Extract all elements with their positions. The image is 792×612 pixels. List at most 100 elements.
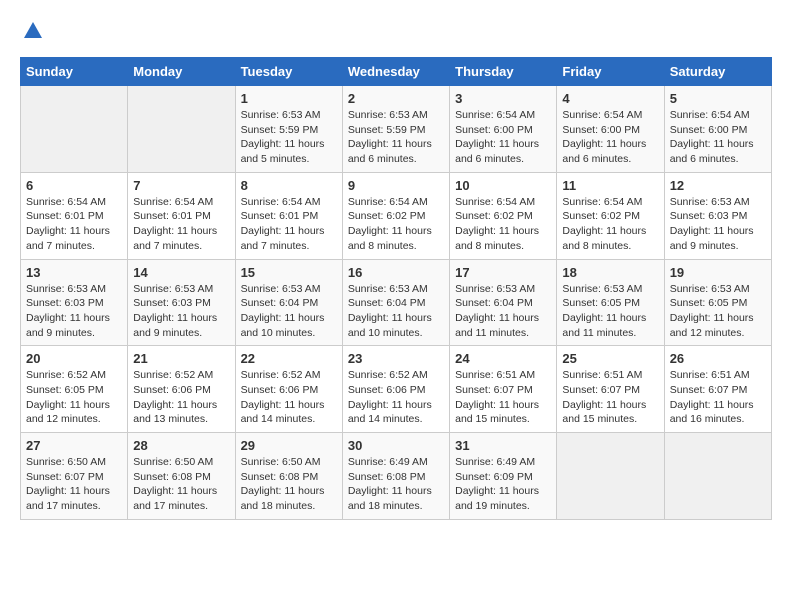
dow-header: Thursday [450, 58, 557, 86]
day-info: Sunrise: 6:54 AM Sunset: 6:01 PM Dayligh… [133, 195, 229, 254]
logo [20, 20, 44, 47]
day-number: 16 [348, 265, 444, 280]
day-number: 14 [133, 265, 229, 280]
calendar-cell: 13Sunrise: 6:53 AM Sunset: 6:03 PM Dayli… [21, 259, 128, 346]
calendar-cell: 8 Sunrise: 6:54 AM Sunset: 6:01 PM Daylig… [235, 172, 342, 259]
day-number: 7 [133, 178, 229, 193]
calendar-cell: 7 Sunrise: 6:54 AM Sunset: 6:01 PM Daylig… [128, 172, 235, 259]
dow-header: Wednesday [342, 58, 449, 86]
day-number: 9 [348, 178, 444, 193]
calendar-cell: 30Sunrise: 6:49 AM Sunset: 6:08 PM Dayli… [342, 433, 449, 520]
calendar-cell: 31 Sunrise: 6:49 AM Sunset: 6:09 PM Dayli… [450, 433, 557, 520]
day-number: 23 [348, 351, 444, 366]
calendar-cell: 22 Sunrise: 6:52 AM Sunset: 6:06 PM Dayli… [235, 346, 342, 433]
day-number: 31 [455, 438, 551, 453]
day-info: Sunrise: 6:53 AM Sunset: 6:04 PM Dayligh… [348, 282, 444, 341]
day-number: 17 [455, 265, 551, 280]
day-info: Sunrise: 6:51 AM Sunset: 6:07 PM Dayligh… [562, 368, 658, 427]
day-info: Sunrise: 6:54 AM Sunset: 6:00 PM Dayligh… [562, 108, 658, 167]
calendar-cell: 4 Sunrise: 6:54 AM Sunset: 6:00 PM Daylig… [557, 86, 664, 173]
day-info: Sunrise: 6:54 AM Sunset: 6:02 PM Dayligh… [562, 195, 658, 254]
day-info: Sunrise: 6:53 AM Sunset: 6:05 PM Dayligh… [670, 282, 766, 341]
day-info: Sunrise: 6:51 AM Sunset: 6:07 PM Dayligh… [455, 368, 551, 427]
day-number: 27 [26, 438, 122, 453]
day-number: 29 [241, 438, 337, 453]
day-info: Sunrise: 6:53 AM Sunset: 6:05 PM Dayligh… [562, 282, 658, 341]
day-number: 24 [455, 351, 551, 366]
calendar-cell: 16 Sunrise: 6:53 AM Sunset: 6:04 PM Dayli… [342, 259, 449, 346]
day-info: Sunrise: 6:53 AM Sunset: 6:03 PM Dayligh… [26, 282, 122, 341]
day-info: Sunrise: 6:54 AM Sunset: 6:02 PM Dayligh… [348, 195, 444, 254]
calendar-cell: 9 Sunrise: 6:54 AM Sunset: 6:02 PM Daylig… [342, 172, 449, 259]
day-number: 8 [241, 178, 337, 193]
calendar-cell: 21 Sunrise: 6:52 AM Sunset: 6:06 PM Dayli… [128, 346, 235, 433]
calendar-cell [21, 86, 128, 173]
day-info: Sunrise: 6:53 AM Sunset: 6:04 PM Dayligh… [241, 282, 337, 341]
day-number: 20 [26, 351, 122, 366]
calendar-cell: 29 Sunrise: 6:50 AM Sunset: 6:08 PM Dayli… [235, 433, 342, 520]
day-number: 15 [241, 265, 337, 280]
day-info: Sunrise: 6:54 AM Sunset: 6:01 PM Dayligh… [241, 195, 337, 254]
calendar-cell: 17 Sunrise: 6:53 AM Sunset: 6:04 PM Dayli… [450, 259, 557, 346]
calendar-cell: 3 Sunrise: 6:54 AM Sunset: 6:00 PM Daylig… [450, 86, 557, 173]
day-number: 11 [562, 178, 658, 193]
day-number: 10 [455, 178, 551, 193]
day-number: 1 [241, 91, 337, 106]
day-info: Sunrise: 6:54 AM Sunset: 6:00 PM Dayligh… [670, 108, 766, 167]
calendar-cell: 1Sunrise: 6:53 AM Sunset: 5:59 PM Daylig… [235, 86, 342, 173]
calendar-cell [128, 86, 235, 173]
day-info: Sunrise: 6:53 AM Sunset: 6:04 PM Dayligh… [455, 282, 551, 341]
calendar-table: SundayMondayTuesdayWednesdayThursdayFrid… [20, 57, 772, 520]
day-info: Sunrise: 6:54 AM Sunset: 6:00 PM Dayligh… [455, 108, 551, 167]
day-info: Sunrise: 6:54 AM Sunset: 6:01 PM Dayligh… [26, 195, 122, 254]
dow-header: Sunday [21, 58, 128, 86]
calendar-cell: 15 Sunrise: 6:53 AM Sunset: 6:04 PM Dayli… [235, 259, 342, 346]
day-number: 30 [348, 438, 444, 453]
day-info: Sunrise: 6:50 AM Sunset: 6:08 PM Dayligh… [133, 455, 229, 514]
day-info: Sunrise: 6:52 AM Sunset: 6:05 PM Dayligh… [26, 368, 122, 427]
calendar-cell: 24 Sunrise: 6:51 AM Sunset: 6:07 PM Dayli… [450, 346, 557, 433]
day-info: Sunrise: 6:50 AM Sunset: 6:07 PM Dayligh… [26, 455, 122, 514]
calendar-cell: 23 Sunrise: 6:52 AM Sunset: 6:06 PM Dayli… [342, 346, 449, 433]
day-number: 5 [670, 91, 766, 106]
calendar-cell: 18 Sunrise: 6:53 AM Sunset: 6:05 PM Dayli… [557, 259, 664, 346]
day-info: Sunrise: 6:49 AM Sunset: 6:09 PM Dayligh… [455, 455, 551, 514]
dow-header: Monday [128, 58, 235, 86]
day-info: Sunrise: 6:53 AM Sunset: 5:59 PM Dayligh… [348, 108, 444, 167]
day-number: 3 [455, 91, 551, 106]
day-number: 4 [562, 91, 658, 106]
day-number: 22 [241, 351, 337, 366]
day-info: Sunrise: 6:50 AM Sunset: 6:08 PM Dayligh… [241, 455, 337, 514]
day-info: Sunrise: 6:52 AM Sunset: 6:06 PM Dayligh… [348, 368, 444, 427]
calendar-cell: 27 Sunrise: 6:50 AM Sunset: 6:07 PM Dayli… [21, 433, 128, 520]
day-number: 28 [133, 438, 229, 453]
day-info: Sunrise: 6:53 AM Sunset: 6:03 PM Dayligh… [133, 282, 229, 341]
day-number: 18 [562, 265, 658, 280]
calendar-cell: 19 Sunrise: 6:53 AM Sunset: 6:05 PM Dayli… [664, 259, 771, 346]
calendar-cell: 20 Sunrise: 6:52 AM Sunset: 6:05 PM Dayli… [21, 346, 128, 433]
day-number: 26 [670, 351, 766, 366]
day-info: Sunrise: 6:54 AM Sunset: 6:02 PM Dayligh… [455, 195, 551, 254]
calendar-cell: 25 Sunrise: 6:51 AM Sunset: 6:07 PM Dayli… [557, 346, 664, 433]
calendar-cell: 14 Sunrise: 6:53 AM Sunset: 6:03 PM Dayli… [128, 259, 235, 346]
day-number: 21 [133, 351, 229, 366]
calendar-cell: 6 Sunrise: 6:54 AM Sunset: 6:01 PM Daylig… [21, 172, 128, 259]
day-number: 25 [562, 351, 658, 366]
calendar-cell: 5 Sunrise: 6:54 AM Sunset: 6:00 PM Daylig… [664, 86, 771, 173]
calendar-cell: 2Sunrise: 6:53 AM Sunset: 5:59 PM Daylig… [342, 86, 449, 173]
calendar-cell: 12 Sunrise: 6:53 AM Sunset: 6:03 PM Dayli… [664, 172, 771, 259]
dow-header: Friday [557, 58, 664, 86]
logo-icon [22, 20, 44, 42]
day-info: Sunrise: 6:53 AM Sunset: 6:03 PM Dayligh… [670, 195, 766, 254]
calendar-cell: 26Sunrise: 6:51 AM Sunset: 6:07 PM Dayli… [664, 346, 771, 433]
calendar-cell [557, 433, 664, 520]
day-number: 19 [670, 265, 766, 280]
day-info: Sunrise: 6:52 AM Sunset: 6:06 PM Dayligh… [133, 368, 229, 427]
day-number: 12 [670, 178, 766, 193]
calendar-cell: 10 Sunrise: 6:54 AM Sunset: 6:02 PM Dayli… [450, 172, 557, 259]
calendar-cell: 11 Sunrise: 6:54 AM Sunset: 6:02 PM Dayli… [557, 172, 664, 259]
calendar-cell: 28 Sunrise: 6:50 AM Sunset: 6:08 PM Dayli… [128, 433, 235, 520]
day-number: 6 [26, 178, 122, 193]
day-info: Sunrise: 6:52 AM Sunset: 6:06 PM Dayligh… [241, 368, 337, 427]
calendar-cell [664, 433, 771, 520]
